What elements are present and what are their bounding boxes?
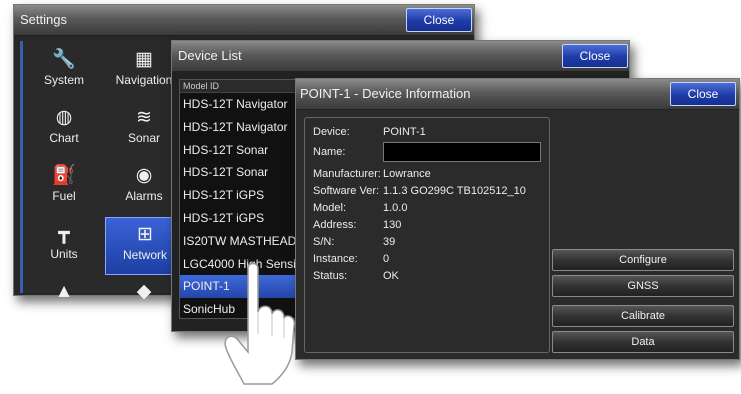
address-label: Address: (313, 219, 357, 231)
name-input[interactable] (383, 142, 541, 162)
device-row[interactable]: HDS-12T Sonar (180, 161, 304, 184)
tile-system-label: System (43, 73, 84, 87)
model-id-column-header[interactable]: Model ID (180, 80, 304, 93)
tile-sonar-label: Sonar (127, 131, 161, 145)
settings-titlebar: Settings Close (14, 5, 474, 36)
status-label: Status: (313, 270, 348, 282)
device-value: POINT-1 (383, 126, 426, 138)
address-value: 130 (383, 219, 402, 231)
settings-title: Settings (20, 12, 67, 27)
device-row[interactable]: HDS-12T Sonar (180, 139, 304, 162)
name-label: Name: (313, 146, 346, 158)
device-row[interactable]: HDS-12T Navigator (180, 93, 304, 116)
device-row[interactable]: HDS-12T Navigator (180, 116, 304, 139)
tile-partial-left[interactable]: ▲ (25, 275, 103, 302)
globe-icon: ◍ (55, 107, 73, 128)
status-value: OK (383, 270, 399, 282)
tile-system[interactable]: 🔧 System (25, 43, 103, 99)
wrench-icon: 🔧 (52, 49, 76, 70)
model-value: 1.0.0 (383, 202, 408, 214)
instance-value: 0 (383, 253, 390, 265)
gnss-button[interactable]: GNSS (552, 275, 734, 297)
device-info-window: POINT-1 - Device Information Close Devic… (295, 78, 740, 360)
settings-close-button[interactable]: Close (406, 8, 472, 32)
device-info-panel: Device: POINT-1 Name: Manufacturer: Lowr… (304, 117, 550, 353)
tile-units-label: Units (50, 247, 78, 261)
calibrate-button[interactable]: Calibrate (552, 305, 734, 327)
software-label: Software Ver: (313, 185, 380, 197)
tile-network-label: Network (122, 248, 167, 262)
data-button[interactable]: Data (552, 331, 734, 353)
sn-value: 39 (383, 236, 396, 248)
device-info-close-button[interactable]: Close (670, 82, 736, 106)
device-row[interactable]: HDS-12T iGPS (180, 184, 304, 207)
fuel-icon: ⛽ (52, 165, 76, 186)
manufacturer-label: Manufacturer: (313, 168, 381, 180)
more-icon: ▲ (54, 281, 74, 302)
instance-label: Instance: (313, 253, 358, 265)
software-value: 1.1.3 GO299C TB102512_10 (383, 185, 526, 197)
tile-chart[interactable]: ◍ Chart (25, 101, 103, 157)
device-row[interactable]: IS20TW MASTHEAD (180, 230, 304, 253)
device-row[interactable]: HDS-12T iGPS (180, 207, 304, 230)
device-list-titlebar: Device List Close (172, 41, 629, 72)
device-list-title: Device List (178, 48, 242, 63)
tile-fuel[interactable]: ⛽ Fuel (25, 159, 103, 215)
sn-label: S/N: (313, 236, 335, 248)
device-label: Device: (313, 126, 350, 138)
tile-alarms-label: Alarms (125, 189, 163, 203)
tile-units[interactable]: ┳ Units (25, 217, 103, 273)
model-label: Model: (313, 202, 347, 214)
manufacturer-value: Lowrance (383, 168, 431, 180)
units-icon: ┳ (58, 223, 70, 244)
device-list-close-button[interactable]: Close (562, 44, 628, 68)
configure-button[interactable]: Configure (552, 249, 734, 271)
tile-fuel-label: Fuel (52, 189, 76, 203)
pointing-hand-icon (224, 262, 295, 385)
tile-chart-label: Chart (49, 131, 79, 145)
device-info-title: POINT-1 - Device Information (300, 86, 471, 101)
device-info-titlebar: POINT-1 - Device Information Close (296, 79, 739, 110)
tile-navigation-label: Navigation (115, 73, 173, 87)
settings-category-grid: 🔧 System ▦ Navigation ◍ Chart ≋ Sonar ⛽ … (20, 41, 193, 302)
